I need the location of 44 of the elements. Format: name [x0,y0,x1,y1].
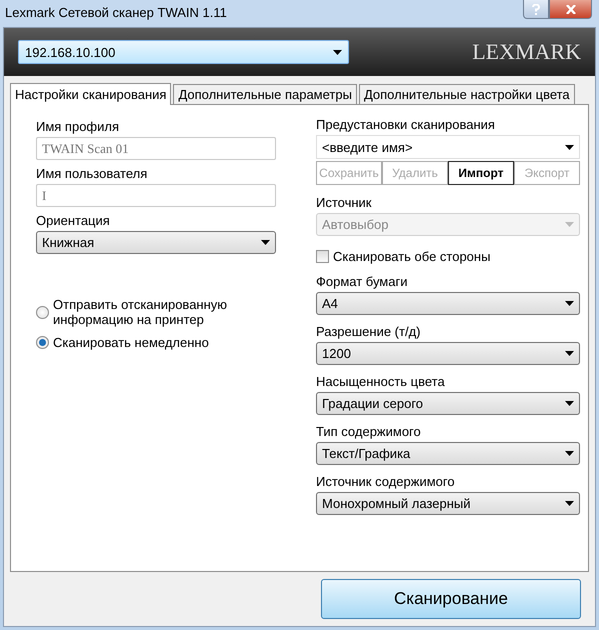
help-button[interactable] [523,0,549,19]
caret-icon [565,401,574,406]
radio-label: Сканировать немедленно [53,335,210,350]
caret-icon [565,351,574,356]
dropdown[interactable]: Книжная [36,231,276,254]
close-button[interactable] [549,0,592,19]
field-label: Формат бумаги [316,274,408,289]
dropdown[interactable]: Градации серого [316,392,580,415]
field-label: Имя пользователя [36,166,148,181]
field-label: Предустановки сканирования [316,117,496,132]
field-label: Ориентация [36,213,111,228]
field-label: Насыщенность цвета [316,374,446,389]
field-label: Тип содержимого [316,424,422,439]
dropdown[interactable]: Текст/Графика [316,442,580,465]
field-label: Источник содержимого [316,474,456,489]
checkbox-label: Сканировать обе стороны [333,249,490,264]
tab[interactable]: Настройки сканирования [10,83,172,105]
address-dropdown[interactable]: 192.168.10.100 [18,40,349,64]
tab[interactable]: Дополнительные настройки цвета [358,84,575,104]
dropdown[interactable]: 1200 [316,342,580,365]
logo: LEXMARK [472,39,581,65]
radio-button[interactable] [36,306,49,318]
caret-icon [565,451,574,456]
caret-icon [565,301,574,306]
caret-icon [565,222,574,227]
tab[interactable]: Дополнительные параметры [173,84,357,104]
help-icon [532,4,540,14]
checkbox[interactable] [316,250,329,263]
preset-button[interactable]: Импорт [448,161,514,185]
caret-icon [261,240,270,245]
field-label: Имя профиля [36,119,120,134]
combo-field[interactable]: <введите имя> [316,135,580,159]
radio-button[interactable] [36,336,49,349]
dropdown[interactable]: Монохромный лазерный [316,492,580,515]
scan-button[interactable]: Сканирование [321,579,581,619]
window-title: Lexmark Сетевой сканер TWAIN 1.11 [5,5,227,20]
field-label: Разрешение (т/д) [316,324,422,339]
caret-icon [565,144,574,150]
radio-label: Отправить отсканированную информацию на принтер [53,297,228,327]
close-icon [566,4,576,14]
caret-icon [565,501,574,506]
dropdown[interactable]: A4 [316,292,580,315]
field-label: Источник [316,195,372,210]
caret-icon [333,50,342,54]
